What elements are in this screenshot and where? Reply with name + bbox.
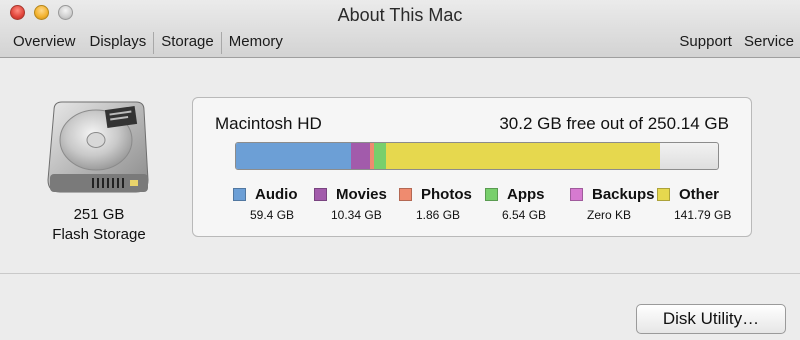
- free-space-text: 30.2 GB free out of 250.14 GB: [499, 114, 729, 133]
- tab-displays[interactable]: Displays: [83, 32, 154, 54]
- tab-service[interactable]: Service: [738, 32, 800, 54]
- usage-segment-audio: [236, 143, 351, 169]
- toolbar-tabs: Overview Displays Storage Memory: [6, 32, 290, 54]
- legend-swatch: [485, 188, 498, 201]
- tab-memory[interactable]: Memory: [222, 32, 290, 54]
- hard-drive-icon: [47, 101, 149, 193]
- window-title: About This Mac: [337, 5, 463, 25]
- usage-segment-apps: [373, 143, 387, 169]
- usage-segment-movies: [350, 143, 371, 169]
- legend-value: 1.86 GB: [416, 208, 461, 222]
- legend-swatch: [657, 188, 670, 201]
- legend-label: Audio: [255, 186, 298, 203]
- about-this-mac-window: About This Mac Overview Displays Storage…: [0, 0, 800, 340]
- volume-name: Macintosh HD: [215, 114, 322, 133]
- legend-value: 10.34 GB: [331, 208, 382, 222]
- storage-type: Flash Storage: [52, 226, 146, 243]
- legend-value: Zero KB: [587, 208, 632, 222]
- legend-swatch: [233, 188, 246, 201]
- disk-utility-button[interactable]: Disk Utility…: [636, 304, 786, 334]
- legend-value: 6.54 GB: [502, 208, 547, 222]
- legend-label: Other: [679, 186, 720, 203]
- storage-usage-bar: [235, 142, 719, 170]
- legend-swatch: [314, 188, 327, 201]
- volume-panel: Macintosh HD 30.2 GB free out of 250.14 …: [192, 97, 752, 237]
- toolbar-tabs-right: Support Service: [673, 32, 800, 54]
- divider: [0, 273, 800, 274]
- storage-legend: Audio 59.4 GB Movies 10.34 GB Photos 1.8…: [233, 186, 748, 226]
- usage-segment-other: [386, 143, 660, 169]
- legend-swatch: [399, 188, 412, 201]
- legend-swatch: [570, 188, 583, 201]
- legend-label: Apps: [507, 186, 545, 203]
- legend-value: 141.79 GB: [674, 208, 732, 222]
- tab-storage[interactable]: Storage: [153, 32, 222, 54]
- legend-value: 59.4 GB: [250, 208, 295, 222]
- titlebar: About This Mac Overview Displays Storage…: [0, 0, 800, 58]
- legend-label: Movies: [336, 186, 387, 203]
- legend-label: Photos: [421, 186, 472, 203]
- tab-support[interactable]: Support: [673, 32, 738, 54]
- legend-label: Backups: [592, 186, 655, 203]
- storage-capacity: 251 GB: [73, 206, 125, 223]
- usage-segment-free: [660, 143, 718, 169]
- tab-overview[interactable]: Overview: [6, 32, 83, 54]
